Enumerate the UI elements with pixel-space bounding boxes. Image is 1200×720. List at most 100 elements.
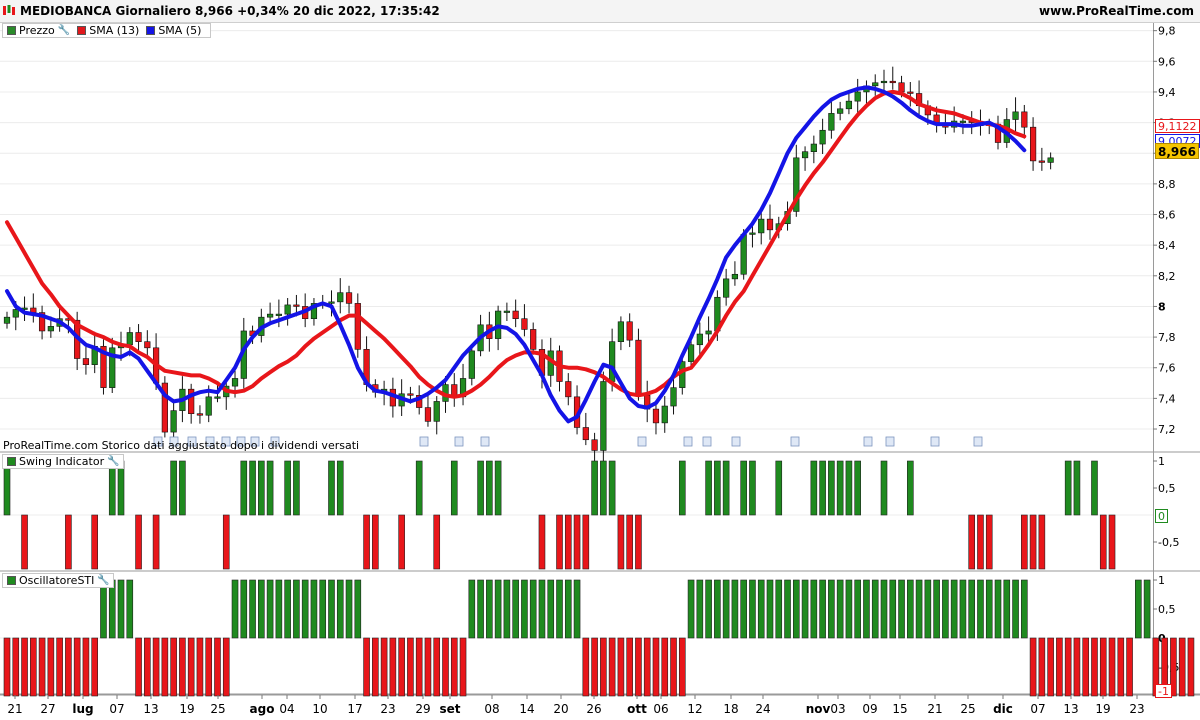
osc-bar: [529, 579, 537, 639]
candle-body: [530, 329, 537, 350]
swing-bar: [564, 514, 572, 570]
osc-bar: [547, 579, 555, 639]
x-tick-label: nov: [806, 702, 831, 716]
swing-bar: [284, 460, 291, 516]
swing-bar: [836, 460, 844, 516]
swing-bar: [117, 460, 125, 516]
x-tick-label: 14: [519, 702, 534, 716]
dividend-marker-icon: [973, 436, 983, 447]
x-tick-label: 23: [380, 702, 395, 716]
dividend-marker-icon: [863, 436, 873, 447]
x-tick-label: 03: [830, 702, 845, 716]
sma5-line: [5, 85, 1027, 424]
y-tick-label: 8,8: [1158, 178, 1176, 191]
swing-bar: [152, 514, 160, 570]
legend-main[interactable]: Prezzo 🔧 SMA (13) SMA (5): [2, 23, 212, 38]
dividend-marker-icon: [930, 436, 940, 447]
site-label[interactable]: www.ProRealTime.com: [1039, 4, 1194, 18]
osc-bar: [258, 579, 265, 639]
candle-body: [740, 234, 747, 275]
swing-bar: [635, 514, 642, 570]
candle-body: [433, 401, 440, 422]
legend-item-sma5[interactable]: SMA (5): [145, 24, 201, 37]
wrench-icon[interactable]: 🔧: [58, 25, 70, 36]
osc-bar: [380, 637, 388, 697]
y-tick-label: 9,8: [1158, 25, 1176, 38]
osc-bar: [108, 579, 116, 639]
legend-label-sma5: SMA (5): [158, 24, 202, 37]
osc-bar: [924, 579, 932, 639]
swing-bar: [722, 460, 730, 516]
swing-bar: [810, 460, 818, 516]
chart-canvas: 9,89,69,49,298,88,68,48,287,87,67,47,210…: [0, 23, 1200, 716]
osc-bar: [486, 579, 493, 639]
osc-bar: [661, 637, 669, 697]
swing-bar: [328, 460, 335, 516]
osc-bar: [468, 579, 476, 639]
swing-bar: [1073, 460, 1081, 516]
osc-bar: [749, 579, 756, 639]
osc-bar: [407, 637, 414, 697]
osc-bar: [284, 579, 291, 639]
dividend-marker-icon: [419, 436, 429, 447]
x-tick-label: 06: [653, 702, 668, 716]
osc-bar: [1178, 637, 1186, 697]
legend-swatch-icon: [7, 576, 16, 585]
osc-bar: [828, 579, 835, 639]
candle-body: [837, 108, 844, 114]
osc-bar: [643, 637, 651, 697]
x-tick-label: 26: [586, 702, 601, 716]
legend-osc[interactable]: OscillatoreSTI 🔧: [2, 573, 114, 588]
swing-bar: [1021, 514, 1028, 570]
x-tick-label: 23: [1129, 702, 1144, 716]
swing-bar: [1099, 514, 1107, 570]
wrench-icon[interactable]: 🔧: [97, 575, 109, 586]
swing-bar: [1029, 514, 1037, 570]
swing-bar: [600, 460, 607, 516]
dividend-marker-icon: [454, 436, 464, 447]
swing-bar: [582, 514, 590, 570]
osc-bar: [863, 579, 870, 639]
swing-bar: [249, 460, 256, 516]
swing-bar: [179, 460, 186, 516]
osc-bar: [942, 579, 949, 639]
wrench-icon[interactable]: 🔧: [107, 456, 119, 467]
osc-bar: [1064, 637, 1072, 697]
x-tick-label: ago: [250, 702, 275, 716]
x-tick-label: 18: [723, 702, 738, 716]
osc-bar: [1099, 637, 1107, 697]
candle-body: [907, 91, 914, 94]
swing-bar: [336, 460, 344, 516]
osc-bar: [100, 579, 107, 639]
swing-bar: [1091, 460, 1098, 516]
osc-bar: [135, 637, 142, 697]
swing-bar: [556, 514, 563, 570]
x-tick-label: 21: [927, 702, 942, 716]
osc-bar: [301, 579, 309, 639]
osc-bar: [573, 579, 581, 639]
legend-item-price[interactable]: Prezzo 🔧: [6, 24, 70, 37]
last-price-tag: 8,966: [1155, 143, 1199, 159]
swing-bar: [170, 460, 177, 516]
swing-bar: [108, 460, 116, 516]
candle-body: [135, 332, 142, 342]
swing-bar: [65, 514, 72, 570]
y-tick-label: 0,5: [1158, 603, 1176, 616]
candle-body: [600, 381, 607, 451]
legend-swing[interactable]: Swing Indicator 🔧: [2, 454, 124, 469]
legend-item-sma13[interactable]: SMA (13): [76, 24, 139, 37]
dividend-marker-icon: [790, 436, 800, 447]
candle-body: [582, 427, 589, 441]
osc-bar: [836, 579, 844, 639]
swing-bar: [591, 460, 598, 516]
x-tick-label: 25: [210, 702, 225, 716]
osc-bar: [3, 637, 11, 697]
osc-bar: [73, 637, 81, 697]
osc-bar: [819, 579, 826, 639]
osc-bar: [591, 637, 598, 697]
swing-bar: [608, 460, 616, 516]
candle-body: [1029, 126, 1037, 162]
x-tick-label: 07: [1030, 702, 1045, 716]
osc-bar: [582, 637, 590, 697]
swing-bar: [573, 514, 581, 570]
